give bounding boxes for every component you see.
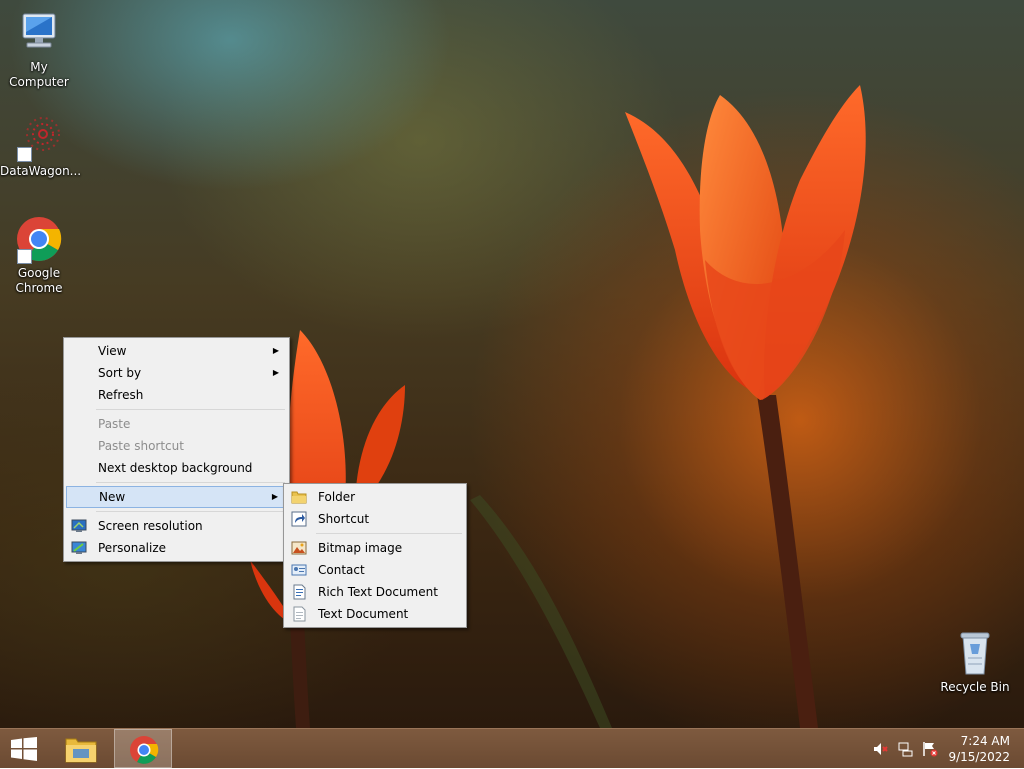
submenu-item-label: Folder	[318, 490, 356, 504]
submenu-arrow-icon: ▶	[272, 346, 279, 355]
menu-item-personalize[interactable]: Personalize	[66, 537, 287, 559]
menu-item-label: New	[99, 490, 126, 504]
shortcut-arrow-icon	[17, 249, 32, 264]
menu-item-view[interactable]: View ▶	[66, 340, 287, 362]
taskbar: 7:24 AM 9/15/2022	[0, 728, 1024, 768]
submenu-item-bitmap-image[interactable]: Bitmap image	[286, 537, 464, 559]
contact-icon	[291, 562, 307, 578]
menu-item-label: Refresh	[98, 388, 144, 402]
submenu-item-label: Contact	[318, 563, 365, 577]
recycle-bin-icon	[951, 630, 999, 678]
menu-item-label: Sort by	[98, 366, 142, 380]
submenu-item-label: Shortcut	[318, 512, 370, 526]
submenu-item-text-document[interactable]: Text Document	[286, 603, 464, 625]
menu-item-next-desktop-background[interactable]: Next desktop background	[66, 457, 287, 479]
shortcut-icon	[291, 511, 307, 527]
computer-icon	[15, 10, 63, 58]
submenu-item-folder[interactable]: Folder	[286, 486, 464, 508]
menu-separator	[96, 511, 285, 512]
menu-item-label: Paste shortcut	[98, 439, 184, 453]
submenu-item-label: Rich Text Document	[318, 585, 438, 599]
network-icon[interactable]	[898, 741, 914, 757]
menu-item-paste: Paste	[66, 413, 287, 435]
desktop-context-menu: View ▶ Sort by ▶ Refresh Paste Paste sho…	[63, 337, 290, 562]
menu-item-label: View	[98, 344, 127, 358]
menu-item-label: Personalize	[98, 541, 167, 555]
text-document-icon	[291, 606, 307, 622]
taskbar-file-explorer-button[interactable]	[53, 729, 111, 768]
personalize-icon	[71, 540, 87, 556]
menu-item-screen-resolution[interactable]: Screen resolution	[66, 515, 287, 537]
clock-date: 9/15/2022	[948, 750, 1010, 764]
datawagon-icon	[15, 114, 63, 162]
file-explorer-icon	[64, 734, 98, 768]
desktop-icon-label: My Computer	[9, 60, 69, 89]
menu-item-label: Screen resolution	[98, 519, 203, 533]
menu-separator	[96, 409, 285, 410]
taskbar-clock[interactable]: 7:24 AM 9/15/2022	[948, 733, 1010, 765]
volume-muted-icon[interactable]	[873, 741, 889, 757]
desktop-icon-label: DataWagon...	[0, 164, 82, 178]
menu-item-refresh[interactable]: Refresh	[66, 384, 287, 406]
shortcut-arrow-icon	[17, 147, 32, 162]
menu-item-new[interactable]: New ▶	[66, 486, 287, 508]
submenu-item-label: Text Document	[318, 607, 409, 621]
start-button[interactable]	[0, 729, 48, 768]
rich-text-icon	[291, 584, 307, 600]
action-center-flag-icon[interactable]	[922, 741, 938, 757]
menu-separator	[96, 482, 285, 483]
screen-resolution-icon	[71, 518, 87, 534]
menu-item-sort-by[interactable]: Sort by ▶	[66, 362, 287, 384]
submenu-arrow-icon: ▶	[271, 492, 278, 501]
bitmap-icon	[291, 540, 307, 556]
menu-item-label: Next desktop background	[98, 461, 253, 475]
submenu-item-shortcut[interactable]: Shortcut	[286, 508, 464, 530]
clock-time: 7:24 AM	[960, 734, 1010, 748]
submenu-item-label: Bitmap image	[318, 541, 403, 555]
folder-icon	[291, 489, 307, 505]
new-submenu: Folder Shortcut Bitmap image Contact Ric…	[283, 483, 467, 628]
desktop-icon-datawagon[interactable]: DataWagon...	[0, 114, 82, 179]
desktop-icon-google-chrome[interactable]: Google Chrome	[0, 216, 78, 296]
submenu-item-contact[interactable]: Contact	[286, 559, 464, 581]
desktop-icon-my-computer[interactable]: My Computer	[0, 10, 78, 90]
chrome-icon	[15, 216, 63, 264]
submenu-item-rich-text-document[interactable]: Rich Text Document	[286, 581, 464, 603]
desktop-icon-label: Google Chrome	[15, 266, 63, 295]
windows-logo-icon	[11, 737, 37, 765]
submenu-arrow-icon: ▶	[272, 368, 279, 377]
desktop-icon-recycle-bin[interactable]: Recycle Bin	[936, 630, 1014, 695]
desktop-icon-label: Recycle Bin	[940, 680, 1010, 694]
menu-item-paste-shortcut: Paste shortcut	[66, 435, 287, 457]
chrome-icon	[129, 735, 159, 769]
menu-separator	[316, 533, 462, 534]
menu-item-label: Paste	[98, 417, 131, 431]
taskbar-chrome-button[interactable]	[114, 729, 172, 768]
